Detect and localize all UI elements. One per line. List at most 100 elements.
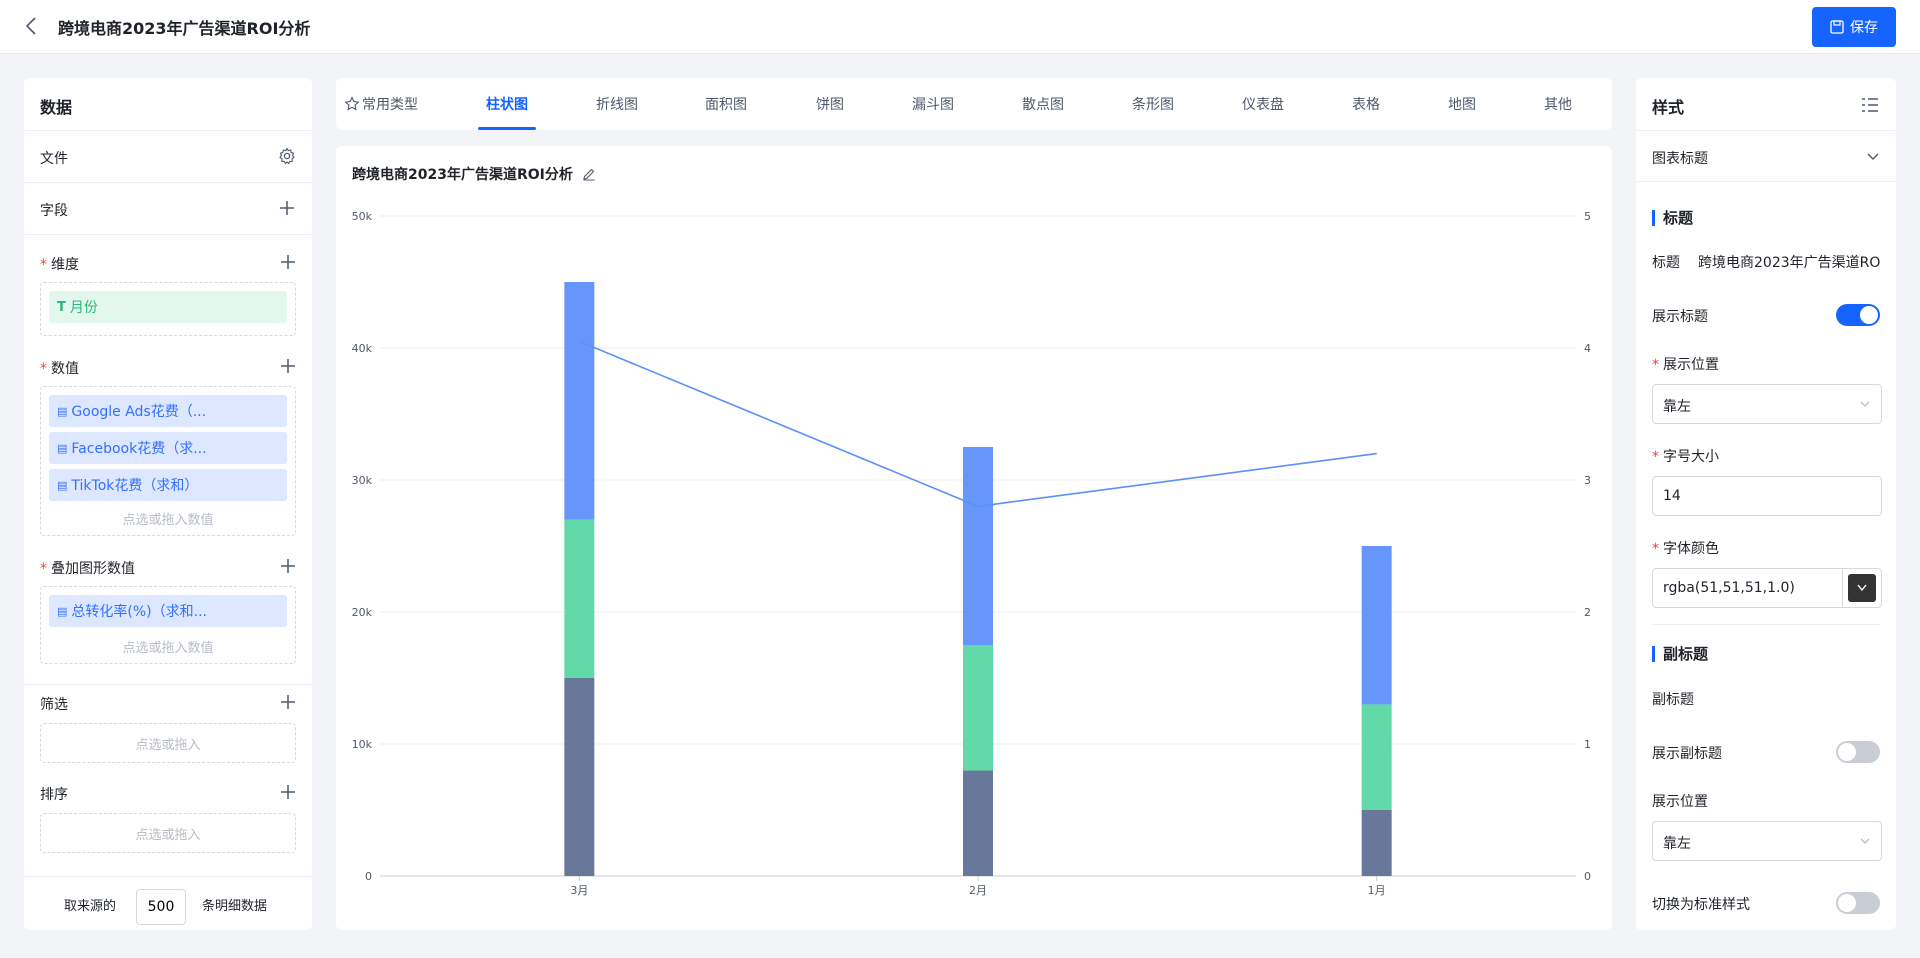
value-chip[interactable]: ▤ Facebook花费（求... — [49, 432, 287, 464]
field-row[interactable]: 字段 — [24, 182, 312, 234]
add-overlay-icon[interactable] — [280, 558, 296, 574]
tab-line[interactable]: 折线图 — [596, 94, 638, 114]
sort-dropzone[interactable]: 点选或拖入 — [40, 813, 296, 853]
source-prefix: 取来源的 — [64, 899, 117, 914]
data-panel: 数据 文件 字段 * 维度 T 月份 * 数值 ▤ Google Ads花费（...… — [24, 78, 312, 930]
chart-canvas: 0 10k 20k 30k 40k 50k 0 1 2 3 4 5 3月 2月 1月 — [352, 210, 1591, 897]
overlay-hint: 点选或拖入数值 — [122, 641, 214, 656]
tab-map[interactable]: 地图 — [1448, 94, 1476, 114]
chart-type-tabs: 常用类型 柱状图 折线图 面积图 饼图 漏斗图 散点图 条形图 仪表盘 表格 地… — [336, 78, 1612, 130]
y-left-tick-label: 50k — [352, 210, 373, 223]
tab-funnel[interactable]: 漏斗图 — [912, 94, 954, 114]
add-dimension-icon[interactable] — [280, 254, 296, 270]
chevron-down-icon — [1857, 584, 1867, 592]
add-sort-icon[interactable] — [280, 784, 296, 800]
value-label: * 数值 — [40, 361, 79, 377]
font-size-input[interactable]: 14 — [1652, 476, 1882, 516]
show-title-toggle[interactable] — [1836, 304, 1880, 326]
save-button[interactable]: 保存 — [1812, 7, 1896, 47]
tab-gauge[interactable]: 仪表盘 — [1242, 94, 1284, 114]
save-icon — [1830, 20, 1844, 34]
sort-hint: 点选或拖入 — [135, 828, 201, 843]
tab-common[interactable]: 常用类型 — [362, 94, 418, 114]
active-tab-indicator — [478, 127, 536, 130]
file-row[interactable]: 文件 — [24, 130, 312, 182]
sort-label: 排序 — [40, 787, 68, 803]
source-count-input[interactable] — [136, 889, 186, 925]
y-right-tick-label: 1 — [1584, 738, 1591, 751]
x-tick-label: 2月 — [969, 884, 987, 897]
title-section-heading: 标题 — [1652, 210, 1693, 226]
bar-segment — [1361, 704, 1392, 810]
add-value-icon[interactable] — [280, 358, 296, 374]
tab-table[interactable]: 表格 — [1352, 94, 1380, 114]
chevron-down-icon — [1860, 838, 1870, 844]
overlay-dropzone[interactable]: ▤ 总转化率(%)（求和... 点选或拖入数值 — [40, 586, 296, 664]
save-label: 保存 — [1850, 20, 1878, 36]
plus-icon[interactable] — [278, 199, 296, 217]
dimension-chip[interactable]: T 月份 — [49, 291, 287, 323]
y-left-tick-label: 0 — [365, 870, 372, 883]
style-panel: 样式 图表标题 标题 标题 跨境电商2023年广告渠道ROI分析 展示标题 *展… — [1636, 78, 1896, 930]
value-dropzone[interactable]: ▤ Google Ads花费（... ▤ Facebook花费（求... ▤ T… — [40, 386, 296, 536]
gear-icon[interactable] — [278, 147, 296, 165]
field-label: 字段 — [40, 203, 68, 219]
page-title: 跨境电商2023年广告渠道ROI分析 — [58, 19, 311, 38]
y-right-tick-label: 5 — [1584, 210, 1591, 223]
filter-label: 筛选 — [40, 697, 68, 713]
divider — [24, 684, 312, 685]
star-icon — [344, 96, 360, 111]
sub-position-select[interactable]: 靠左 — [1652, 821, 1882, 861]
dimension-dropzone[interactable]: T 月份 — [40, 282, 296, 336]
title-field-label: 标题 — [1652, 255, 1680, 271]
value-chip[interactable]: ▤ TikTok花费（求和） — [49, 469, 287, 501]
overlay-chip[interactable]: ▤ 总转化率(%)（求和... — [49, 595, 287, 627]
bar-segment — [564, 519, 595, 678]
standard-style-toggle[interactable] — [1836, 892, 1880, 914]
number-field-icon: ▤ — [57, 441, 68, 455]
color-picker-button[interactable] — [1848, 574, 1876, 602]
show-subtitle-label: 展示副标题 — [1652, 746, 1722, 762]
font-size-label: * 字号大小 — [1652, 449, 1719, 465]
text-type-icon: T — [57, 299, 66, 315]
y-right-tick-label: 0 — [1584, 870, 1591, 883]
value-chip[interactable]: ▤ Google Ads花费（... — [49, 395, 287, 427]
list-collapse-icon[interactable] — [1860, 96, 1880, 114]
tab-other[interactable]: 其他 — [1544, 94, 1572, 114]
y-left-tick-label: 30k — [352, 474, 373, 487]
show-subtitle-toggle[interactable] — [1836, 741, 1880, 763]
subtitle-section-heading: 副标题 — [1652, 646, 1708, 662]
bar-segment — [564, 678, 595, 876]
add-filter-icon[interactable] — [280, 694, 296, 710]
source-limit-bar: 取来源的 条明细数据 — [24, 876, 312, 930]
dimension-label: * 维度 — [40, 257, 79, 273]
y-left-tick-label: 10k — [352, 738, 373, 751]
bar-segment — [564, 282, 595, 520]
y-right-tick-label: 4 — [1584, 342, 1591, 355]
font-color-input[interactable]: rgba(51,51,51,1.0) — [1652, 568, 1882, 608]
data-panel-title: 数据 — [40, 98, 73, 117]
tab-pie[interactable]: 饼图 — [816, 94, 844, 114]
tab-area[interactable]: 面积图 — [705, 94, 747, 114]
show-title-label: 展示标题 — [1652, 309, 1708, 325]
chevron-down-icon — [1867, 153, 1879, 160]
position-select[interactable]: 靠左 — [1652, 384, 1882, 424]
filter-hint: 点选或拖入 — [135, 738, 201, 753]
tab-bar[interactable]: 柱状图 — [486, 94, 528, 114]
y-left-tick-label: 20k — [352, 606, 373, 619]
chart-panel: 跨境电商2023年广告渠道ROI分析 0 10k 20k 30k 40k 50k 0 1 2 3 4… — [336, 146, 1612, 930]
top-header: 跨境电商2023年广告渠道ROI分析 保存 — [0, 0, 1920, 54]
filter-dropzone[interactable]: 点选或拖入 — [40, 723, 296, 763]
font-color-label: * 字体颜色 — [1652, 541, 1719, 557]
chart-title-accordion[interactable]: 图表标题 — [1636, 130, 1896, 182]
bar-segment — [963, 447, 993, 645]
bar-segment — [963, 645, 993, 771]
tab-scatter[interactable]: 散点图 — [1022, 94, 1064, 114]
bar-segment — [1361, 810, 1392, 876]
back-arrow-icon[interactable] — [22, 14, 42, 38]
title-field-value[interactable]: 跨境电商2023年广告渠道ROI分析 — [1698, 252, 1880, 272]
tab-horizontal-bar[interactable]: 条形图 — [1132, 94, 1174, 114]
style-panel-title: 样式 — [1652, 98, 1685, 117]
x-tick-label: 3月 — [570, 884, 588, 897]
divider — [1652, 624, 1880, 625]
